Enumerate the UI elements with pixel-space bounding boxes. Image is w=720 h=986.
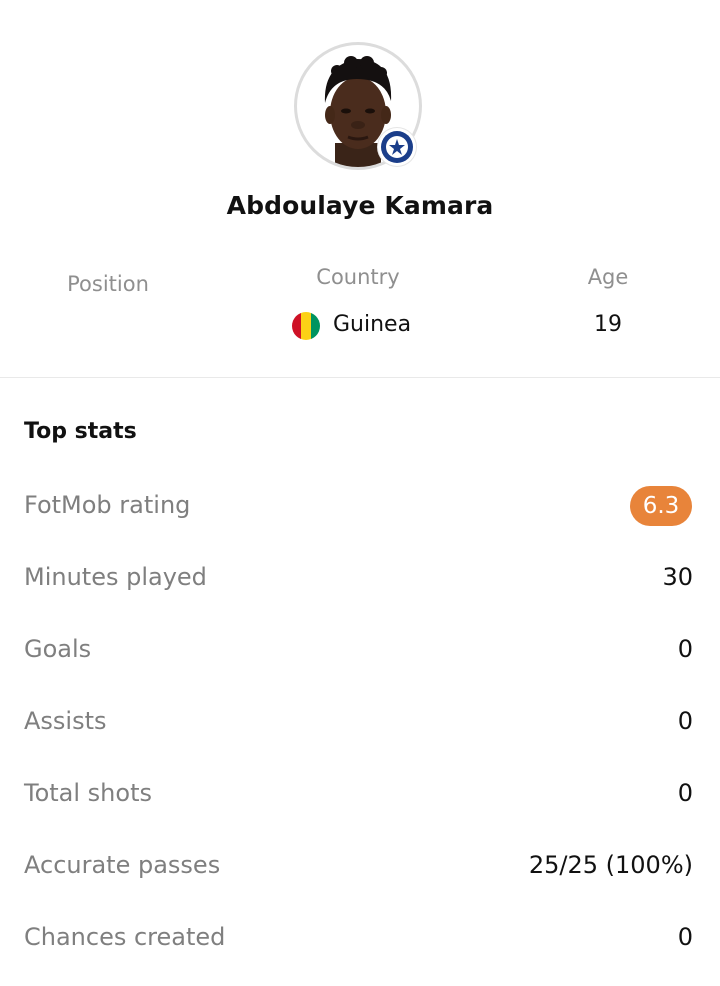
top-stats-title: Top stats	[24, 419, 137, 444]
stat-value: 25/25 (100%)	[528, 851, 693, 879]
position-label: Position	[67, 272, 149, 296]
player-name: Abdoulaye Kamara	[226, 191, 494, 220]
stat-row-goals[interactable]: Goals 0	[0, 630, 720, 670]
country-label: Country	[316, 265, 400, 289]
stat-label: FotMob rating	[24, 491, 191, 519]
stat-value: 0	[677, 635, 693, 663]
stat-row-minutes-played[interactable]: Minutes played 30	[0, 558, 720, 598]
stat-row-total-shots[interactable]: Total shots 0	[0, 774, 720, 814]
stat-label: Assists	[24, 707, 107, 735]
age-label: Age	[587, 265, 629, 289]
stat-value: 0	[677, 707, 693, 735]
guinea-flag-icon	[292, 312, 320, 340]
stat-value: 30	[662, 563, 693, 591]
stat-row-accurate-passes[interactable]: Accurate passes 25/25 (100%)	[0, 846, 720, 886]
stat-label: Total shots	[24, 779, 152, 807]
rating-badge: 6.3	[630, 486, 692, 526]
stat-label: Minutes played	[24, 563, 207, 591]
stat-label: Goals	[24, 635, 92, 663]
player-stats-page: Abdoulaye Kamara Position Country Guinea…	[0, 0, 720, 986]
stat-value: 0	[677, 779, 693, 807]
stat-row-chances-created[interactable]: Chances created 0	[0, 918, 720, 958]
stat-row-assists[interactable]: Assists 0	[0, 702, 720, 742]
age-value: 19	[594, 312, 622, 337]
stat-label: Chances created	[24, 923, 226, 951]
section-divider	[0, 377, 720, 378]
player-avatar[interactable]	[294, 42, 422, 170]
stat-value: 0	[677, 923, 693, 951]
stat-label: Accurate passes	[24, 851, 221, 879]
country-value: Guinea	[333, 312, 412, 337]
club-badge-icon	[378, 128, 416, 166]
stat-row-fotmob-rating[interactable]: FotMob rating 6.3	[0, 486, 720, 526]
